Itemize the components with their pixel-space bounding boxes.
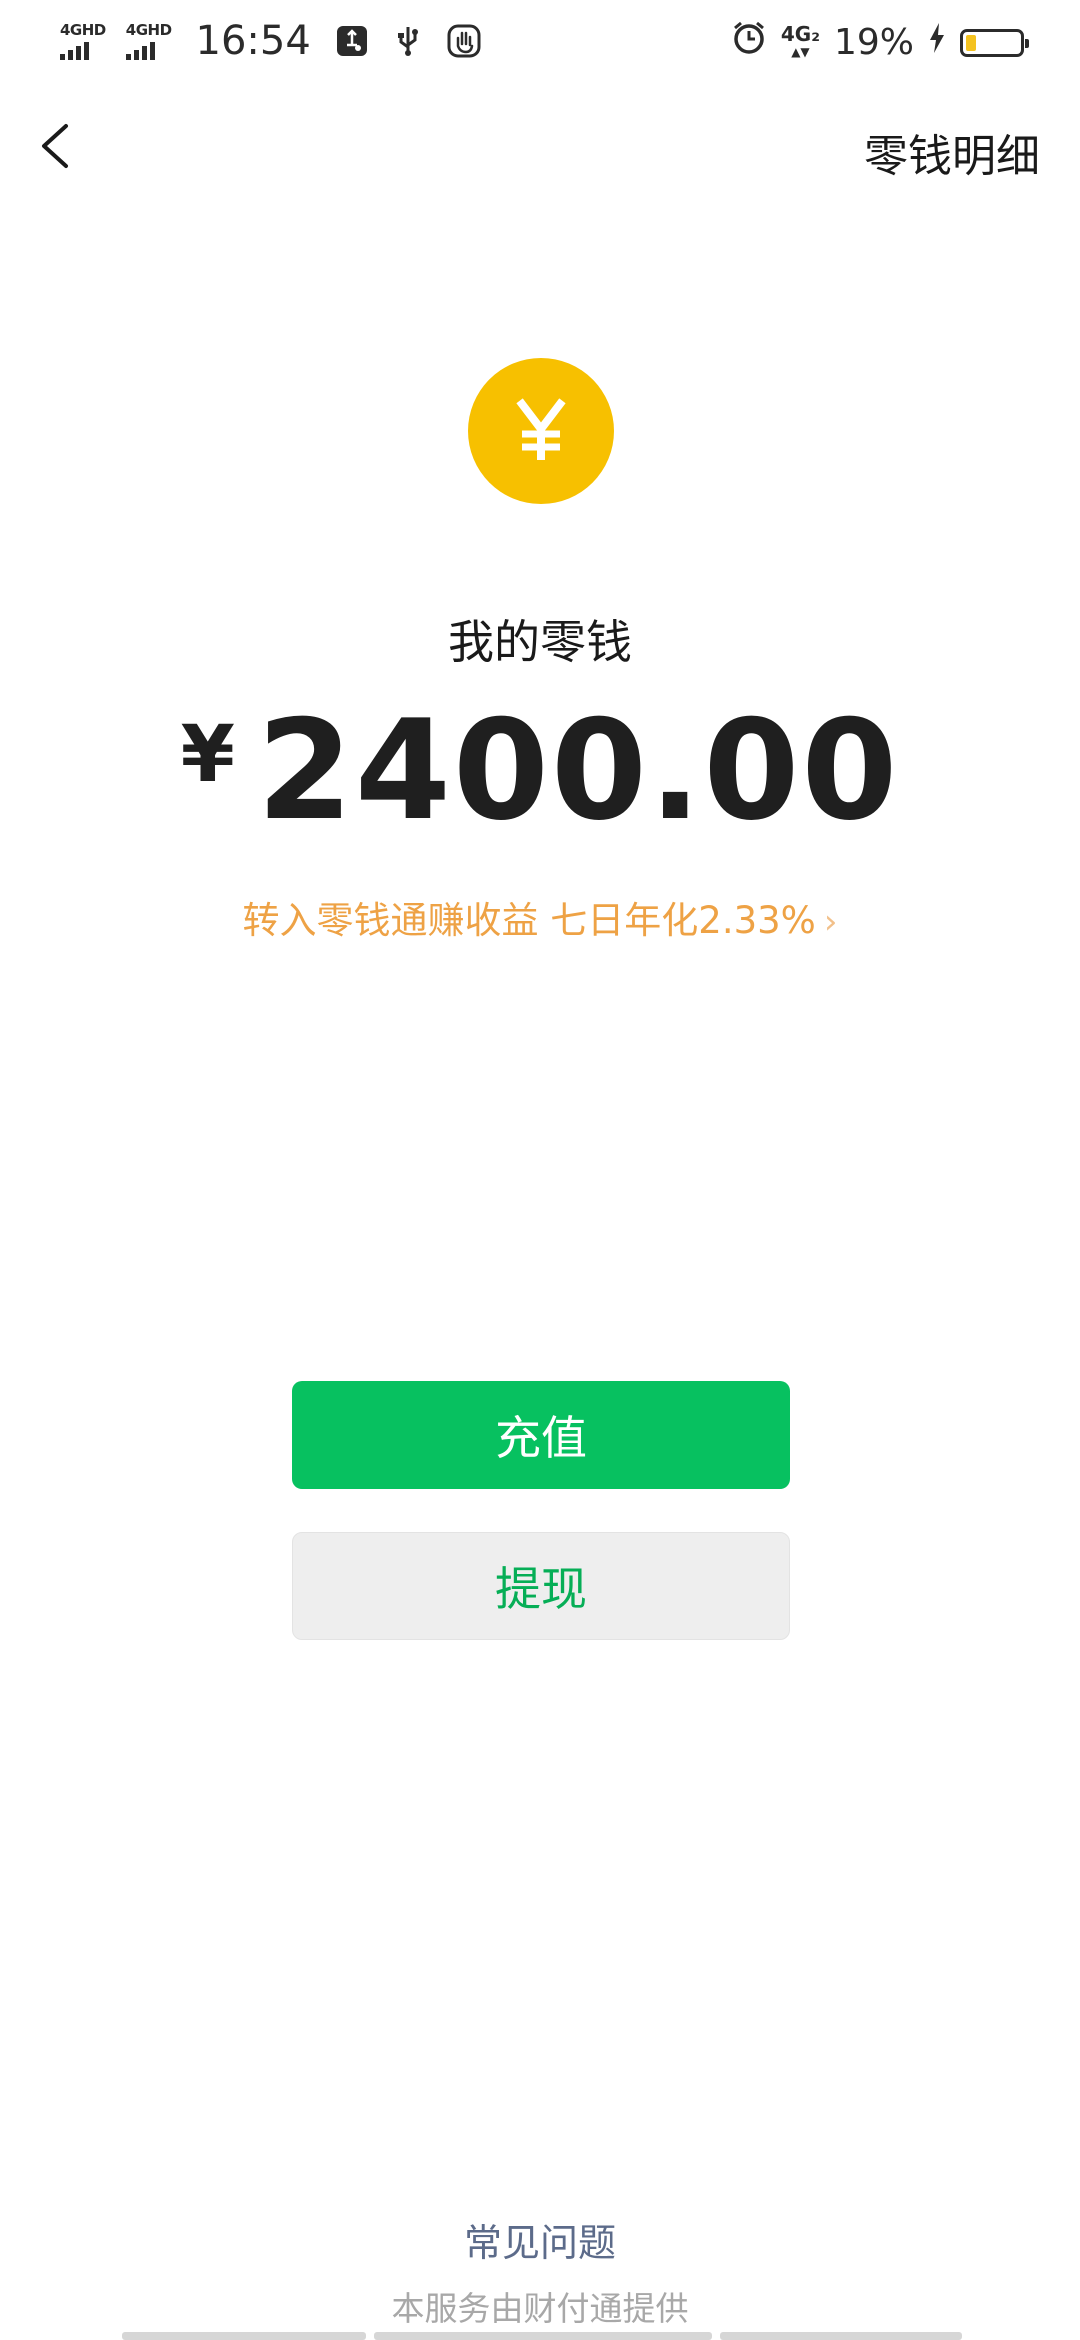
recharge-button-label: 充值 [495,1411,587,1465]
withdraw-button-label: 提现 [495,1562,587,1616]
withdraw-button[interactable]: 提现 [292,1532,790,1640]
bottom-bar-segment [720,2332,962,2340]
balance-amount: ¥2400.00 [0,690,1080,851]
signal-1: 4GHD [60,20,106,60]
battery-percent: 19% [833,22,914,63]
yen-coin-icon [468,358,614,504]
currency-symbol: ¥ [180,710,235,800]
usb-icon [391,24,425,58]
signal-2-label: 4GHD [125,20,172,39]
battery-icon [960,28,1029,57]
usb-settings-icon [335,24,369,58]
status-time: 16:54 [195,18,311,64]
charging-icon [928,22,946,63]
chevron-right-icon: › [823,902,838,942]
bottom-bar-segment [122,2332,366,2340]
faq-link[interactable]: 常见问题 [0,2212,1080,2267]
signal-bars-icon [60,40,89,60]
recharge-button[interactable]: 充值 [292,1381,790,1489]
battery-level-fill [966,34,976,51]
change-details-link[interactable]: 零钱明细 [864,120,1040,184]
signal-1-label: 4GHD [60,20,106,39]
balance-title: 我的零钱 [448,615,632,669]
network-indicator: 4G₂ ▲▼ [780,21,820,61]
status-bar-left: 4GHD 4GHD 16:54 [60,18,491,64]
chevron-left-icon [42,124,68,168]
bottom-bar-segment [374,2332,712,2340]
nav-bar: 零钱明细 [0,110,1080,190]
status-bar: 4GHD 4GHD 16:54 4G₂ ▲▼ 19% [0,0,1080,84]
bottom-edge-bars [0,2332,1080,2340]
signal-2: 4GHD [125,20,172,60]
promo-text: 转入零钱通赚收益 七日年化2.33% [242,899,816,942]
status-bar-right: 4G₂ ▲▼ 19% [731,20,1029,65]
signal-bars-icon [125,40,155,60]
back-button[interactable] [30,118,86,174]
hand-icon [447,24,481,58]
yen-icon [516,398,566,460]
lingqiantong-promo-link[interactable]: 转入零钱通赚收益 七日年化2.33% › [0,890,1080,944]
alarm-icon [731,20,767,65]
provider-note: 本服务由财付通提供 [391,2289,689,2328]
amount-value: 2400.00 [256,690,900,851]
network-label: 4G₂ [780,21,820,46]
